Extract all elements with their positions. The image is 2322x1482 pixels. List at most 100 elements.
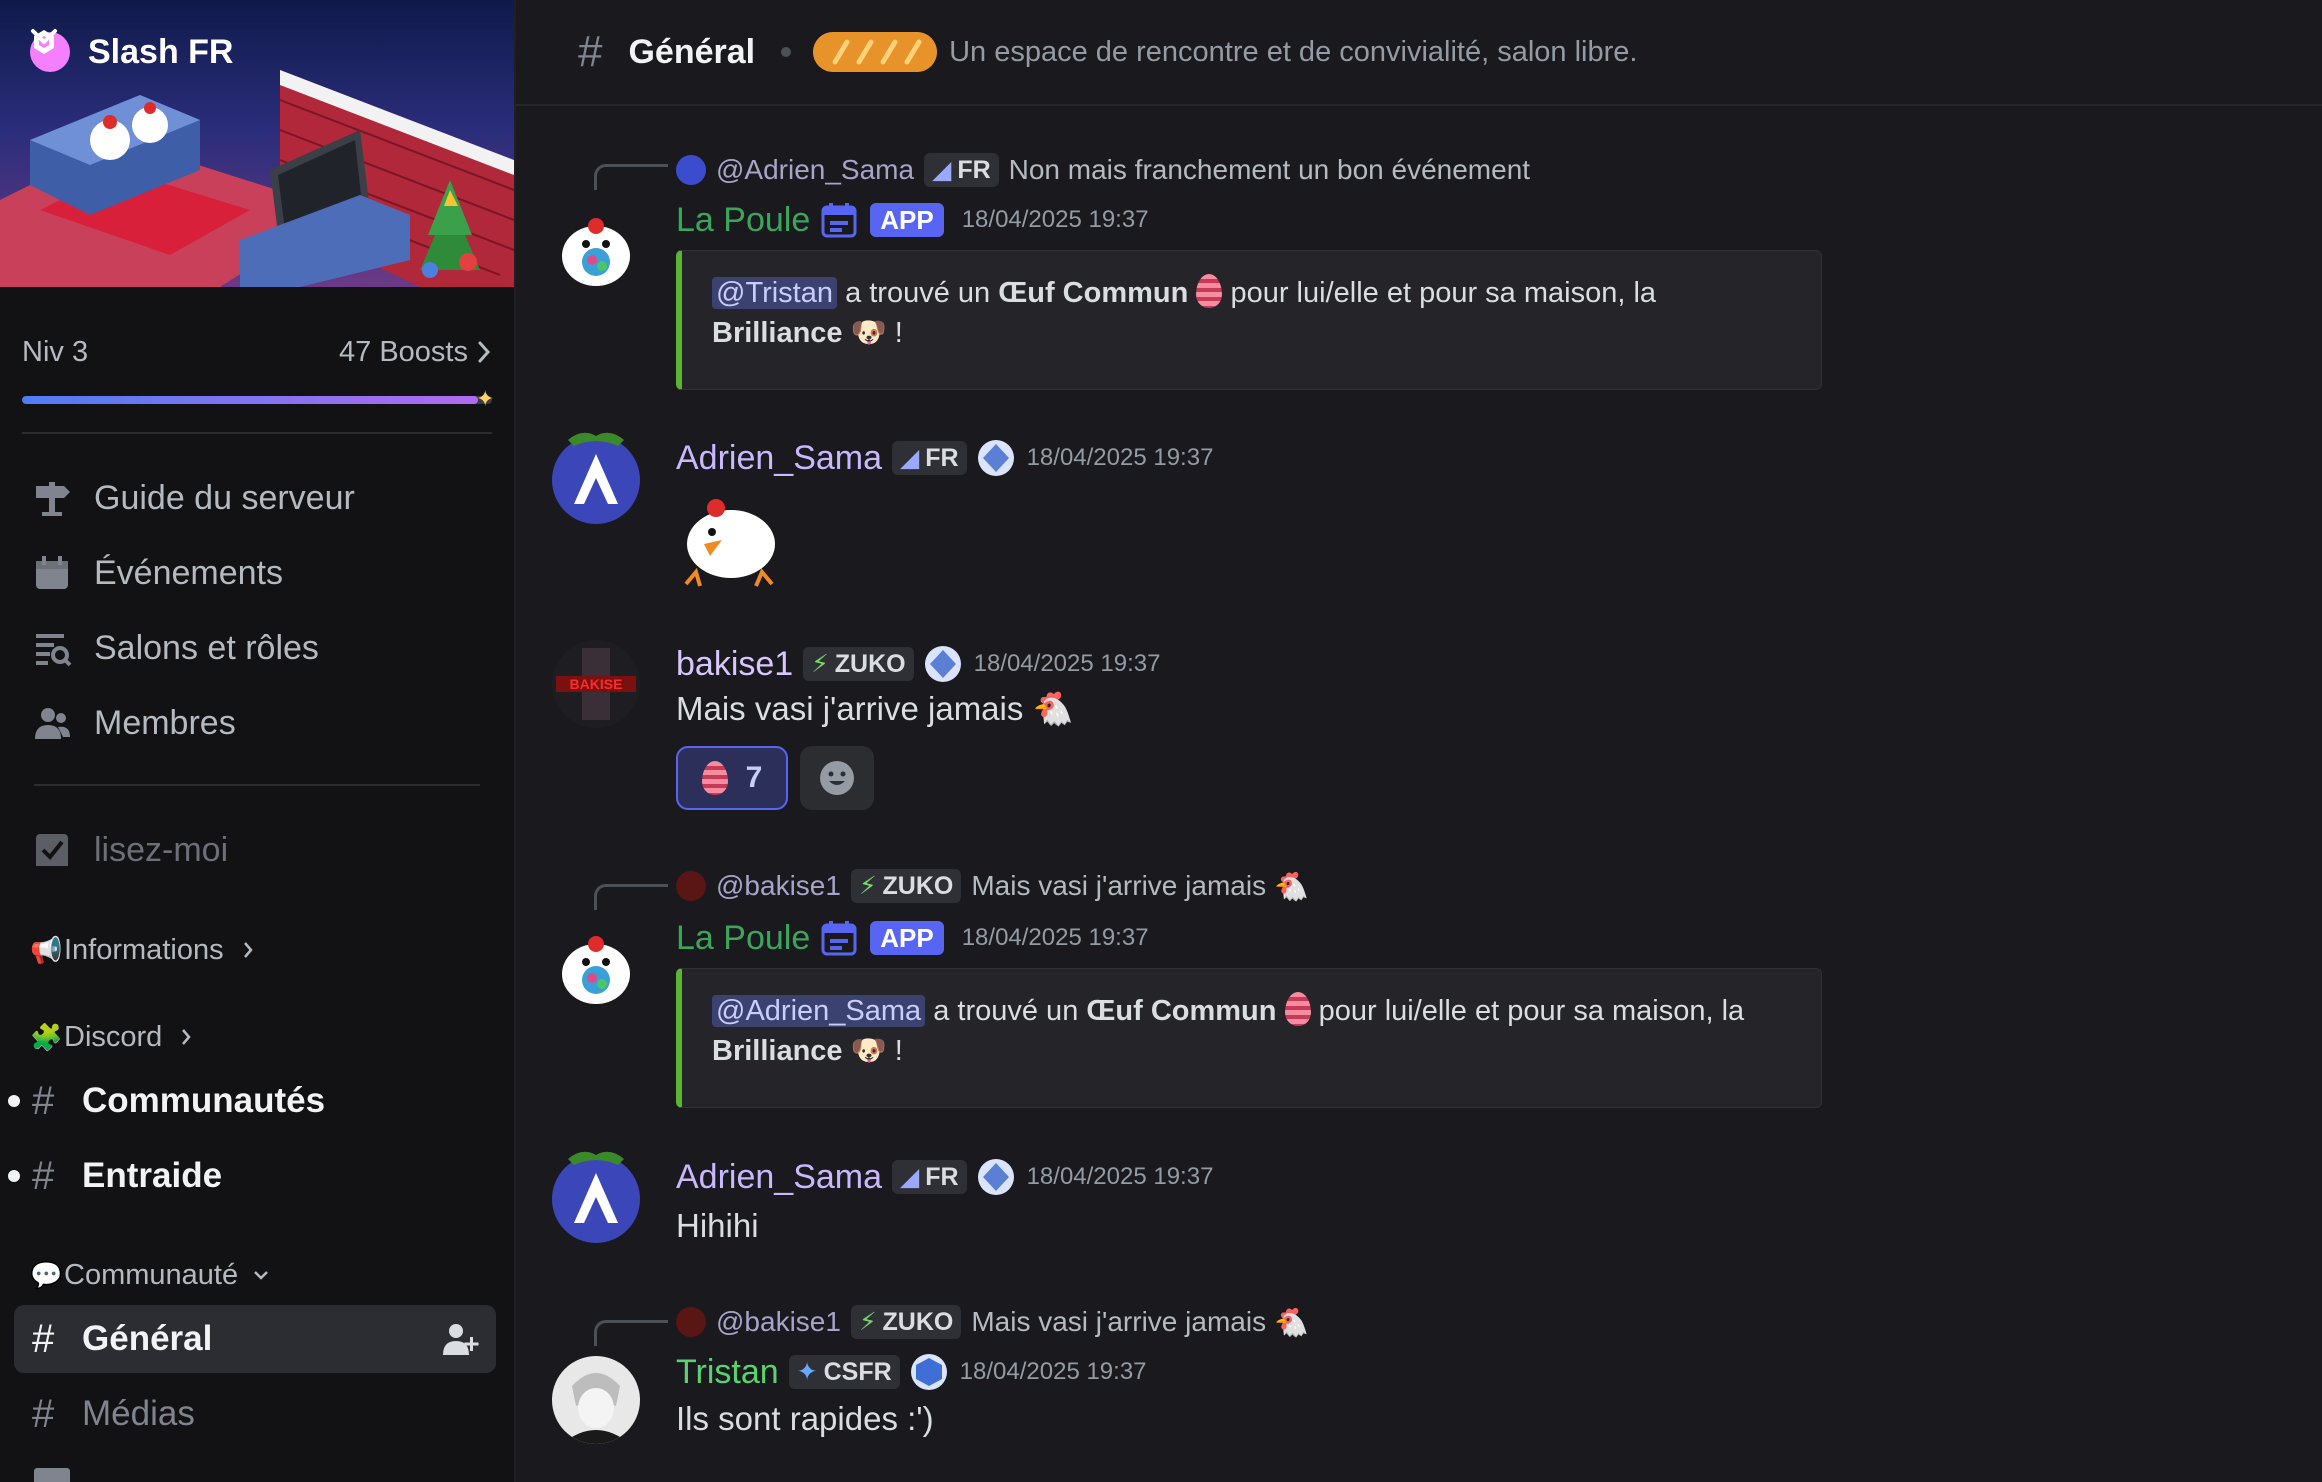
- chicken-emoji-icon: 🐔: [1032, 690, 1074, 727]
- reply-author[interactable]: @bakise1: [716, 870, 841, 902]
- author-name[interactable]: bakise1: [676, 645, 793, 684]
- channel-general[interactable]: # Général: [14, 1305, 496, 1373]
- author-name[interactable]: Adrien_Sama: [676, 1158, 882, 1197]
- channel-medias[interactable]: # Médias: [14, 1380, 496, 1448]
- channel-lisez-moi-label: lisez-moi: [94, 830, 229, 869]
- reaction-egg[interactable]: 7: [676, 746, 788, 810]
- avatar[interactable]: [552, 432, 640, 524]
- author-name[interactable]: Tristan: [676, 1353, 779, 1392]
- embed-text: a trouvé un: [845, 277, 991, 309]
- timestamp: 18/04/2025 19:37: [1026, 444, 1214, 471]
- avatar[interactable]: [552, 922, 640, 1010]
- message-content: Ils sont rapides :'): [676, 1400, 934, 1438]
- speech-bubble-icon: 💬: [30, 1259, 63, 1290]
- chevron-right-icon: [182, 1029, 191, 1045]
- avatar: [676, 155, 706, 185]
- boost-sparkle-icon: ✦: [476, 386, 495, 411]
- channel-entraide[interactable]: # Entraide: [8, 1142, 496, 1210]
- boost-status[interactable]: Niv 3 47 Boosts: [22, 330, 492, 374]
- house-name: Brilliance: [712, 317, 843, 349]
- boost-count: 47 Boosts: [339, 335, 468, 368]
- avatar[interactable]: [552, 1151, 640, 1243]
- embed-text: !: [894, 317, 903, 349]
- avatar: [676, 1307, 706, 1337]
- calendar-icon: [820, 201, 858, 239]
- dog-emoji-icon: 🐶: [850, 1035, 887, 1067]
- nav-guide-label: Guide du serveur: [94, 478, 355, 517]
- text-channel-icon: #: [32, 1078, 55, 1123]
- tag-label: ZUKO: [882, 1307, 954, 1336]
- embed-text: a trouvé un: [933, 995, 1079, 1027]
- nav-membres[interactable]: Membres: [30, 693, 490, 753]
- avatar[interactable]: BAKISE: [552, 640, 640, 728]
- server-tag: ◢ FR: [892, 441, 967, 475]
- channel-title: Général: [628, 32, 756, 71]
- app-badge: APP: [870, 203, 944, 237]
- channel-header: # Général Un espace de rencontre et de c…: [516, 0, 2322, 106]
- bot-embed: @Tristan a trouvé un Œuf Commun pour lui…: [676, 250, 1822, 390]
- avatar[interactable]: [552, 204, 640, 292]
- user-mention[interactable]: @Adrien_Sama: [712, 995, 926, 1027]
- reply-author[interactable]: @bakise1: [716, 1306, 841, 1338]
- server-tag: ◢ FR: [924, 153, 999, 187]
- nitro-gem-icon: [910, 1354, 947, 1390]
- reply-preview[interactable]: @Adrien_Sama ◢ FR Non mais franchement un…: [676, 150, 1530, 190]
- user-mention[interactable]: @Tristan: [712, 277, 837, 309]
- chicken-sticker[interactable]: [676, 494, 786, 590]
- author-name[interactable]: La Poule: [676, 201, 810, 240]
- nav-guide-du-serveur[interactable]: Guide du serveur: [30, 468, 490, 528]
- category-informations[interactable]: 📢 Informations: [30, 928, 254, 972]
- reply-preview[interactable]: @bakise1 ⚡ ZUKO Mais vasi j'arrive jamais…: [676, 1302, 1309, 1342]
- channel-communautes-label: Communautés: [82, 1081, 326, 1120]
- nav-members-label: Membres: [94, 703, 236, 742]
- chevron-down-icon: [254, 1271, 268, 1280]
- tag-label: ZUKO: [882, 871, 954, 900]
- category-communaute[interactable]: 💬 Communauté: [30, 1253, 270, 1297]
- reply-text: Mais vasi j'arrive jamais: [971, 1306, 1267, 1337]
- nav-evenements[interactable]: Événements: [30, 543, 490, 603]
- members-icon: [30, 701, 74, 745]
- sidebar-divider: [22, 432, 492, 434]
- reply-connector: [594, 884, 668, 910]
- unread-indicator: [8, 1095, 20, 1107]
- channel-topic[interactable]: Un espace de rencontre et de convivialit…: [949, 36, 1637, 69]
- unread-indicator: [8, 1170, 20, 1182]
- channel-entraide-label: Entraide: [82, 1156, 223, 1195]
- author-name[interactable]: Adrien_Sama: [676, 439, 882, 478]
- add-reaction-button[interactable]: [800, 746, 874, 810]
- category-communaute-label: Communauté: [64, 1258, 239, 1291]
- bot-embed: @Adrien_Sama a trouvé un Œuf Commun pour…: [676, 968, 1822, 1108]
- reply-connector: [594, 164, 668, 190]
- server-header[interactable]: Slash FR: [30, 28, 490, 76]
- server-sidebar: Slash FR Niv 3 47 Boosts ✦ Guide du serv…: [0, 0, 514, 1482]
- nav-salons-et-roles[interactable]: Salons et rôles: [30, 618, 490, 678]
- chevron-down-icon[interactable]: [31, 29, 490, 72]
- tag-label: CSFR: [823, 1357, 892, 1386]
- author-name[interactable]: La Poule: [676, 919, 810, 958]
- channel-lisez-moi[interactable]: lisez-moi: [30, 820, 490, 880]
- tag-label: FR: [925, 1162, 959, 1191]
- timestamp: 18/04/2025 19:37: [1026, 1163, 1214, 1190]
- embed-text: pour lui/elle et pour sa maison, la: [1318, 995, 1745, 1027]
- channel-icon-partial: [34, 1468, 70, 1482]
- invite-member-icon[interactable]: [440, 1319, 480, 1359]
- avatar: [676, 871, 706, 901]
- calendar-icon: [820, 919, 858, 957]
- reply-connector: [594, 1320, 668, 1346]
- reply-preview[interactable]: @bakise1 ⚡ ZUKO Mais vasi j'arrive jamais…: [676, 866, 1309, 906]
- message-content: Mais vasi j'arrive jamais 🐔: [676, 690, 1074, 729]
- text-channel-icon: #: [32, 1153, 55, 1198]
- calendar-icon: [30, 551, 74, 595]
- channel-communautes[interactable]: # Communautés: [8, 1067, 496, 1135]
- category-discord[interactable]: 🧩 Discord: [30, 1015, 192, 1059]
- nav-channels-label: Salons et rôles: [94, 628, 319, 667]
- megaphone-icon: 📢: [30, 934, 63, 965]
- server-name: Slash FR: [88, 32, 234, 71]
- egg-icon: [701, 761, 728, 795]
- avatar[interactable]: [552, 1356, 640, 1444]
- timestamp: 18/04/2025 19:37: [961, 206, 1149, 233]
- reply-author[interactable]: @Adrien_Sama: [716, 154, 914, 186]
- chicken-emoji-icon: 🐔: [1274, 1306, 1309, 1338]
- reaction-count: 7: [745, 761, 763, 794]
- channel-medias-label: Médias: [82, 1394, 195, 1433]
